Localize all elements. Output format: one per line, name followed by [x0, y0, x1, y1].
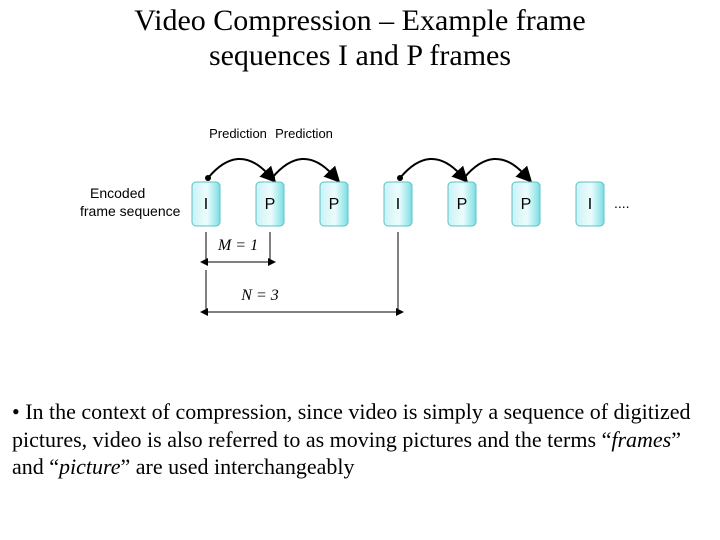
frame-box-7: I	[576, 182, 604, 226]
quote-close-2: ”	[121, 454, 131, 479]
prediction-arc-2	[269, 159, 332, 181]
title-line-2: sequences I and P frames	[209, 39, 511, 72]
frame-box-5: P	[448, 182, 476, 226]
bullet-lead: • In the context of compression, since v…	[12, 399, 691, 452]
frame-box-4: I	[384, 182, 412, 226]
m-bracket: M = 1	[206, 232, 270, 262]
ellipsis-label: ....	[614, 195, 630, 211]
frame-label-4: I	[396, 196, 400, 213]
encoded-label-line-2: frame sequence	[80, 203, 181, 219]
frame-label-3: P	[329, 196, 340, 213]
bullet-tail: are used interchangeably	[130, 454, 354, 479]
quote-open-1: “	[602, 427, 612, 452]
quote-open-2: “	[49, 454, 59, 479]
encoded-label-line-1: Encoded	[90, 185, 145, 201]
frame-label-7: I	[588, 196, 592, 213]
quote-close-1: ”	[671, 427, 681, 452]
frame-box-6: P	[512, 182, 540, 226]
prediction-label-2: Prediction	[275, 126, 333, 141]
m-label: M = 1	[217, 237, 258, 254]
prediction-arc-4	[461, 159, 524, 181]
prediction-label-1: Prediction	[209, 126, 267, 141]
prediction-arc-3	[397, 159, 460, 181]
frame-box-1: I	[192, 182, 220, 226]
frame-label-2: P	[265, 196, 276, 213]
frames-word: frames	[611, 427, 671, 452]
bullet-and: and	[12, 454, 49, 479]
frame-label-6: P	[521, 196, 532, 213]
frame-sequence-diagram: Prediction Prediction Encoded frame se	[80, 120, 640, 350]
picture-word: picture	[59, 454, 121, 479]
slide-title: Video Compression – Example frame sequen…	[0, 0, 720, 73]
bullet-paragraph: • In the context of compression, since v…	[12, 398, 714, 481]
prediction-arc-1	[205, 159, 268, 181]
frame-box-2: P	[256, 182, 284, 226]
frame-box-3: P	[320, 182, 348, 226]
frame-label-5: P	[457, 196, 468, 213]
n-label: N = 3	[240, 287, 278, 304]
title-line-1: Video Compression – Example frame	[134, 4, 585, 37]
frame-label-1: I	[204, 196, 208, 213]
